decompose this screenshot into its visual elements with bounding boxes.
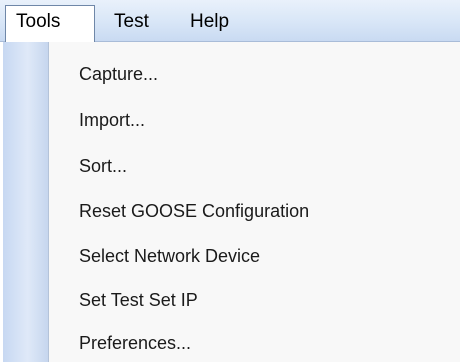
menu-item-reset-goose-configuration[interactable]: Reset GOOSE Configuration — [79, 197, 309, 225]
menu-item-select-network-device[interactable]: Select Network Device — [79, 242, 260, 270]
menu-item-set-test-set-ip[interactable]: Set Test Set IP — [79, 286, 198, 314]
menu-item-import[interactable]: Import... — [79, 106, 145, 134]
menu-bar: Tools Test Help — [0, 0, 460, 43]
menu-help[interactable]: Help — [180, 6, 242, 38]
menu-icon-gutter — [3, 42, 49, 362]
menu-item-sort[interactable]: Sort... — [79, 152, 127, 180]
menu-item-preferences[interactable]: Preferences... — [79, 329, 191, 357]
menu-test[interactable]: Test — [104, 6, 166, 38]
menu-item-capture[interactable]: Capture... — [79, 60, 158, 88]
menu-tools[interactable]: Tools — [5, 5, 95, 43]
